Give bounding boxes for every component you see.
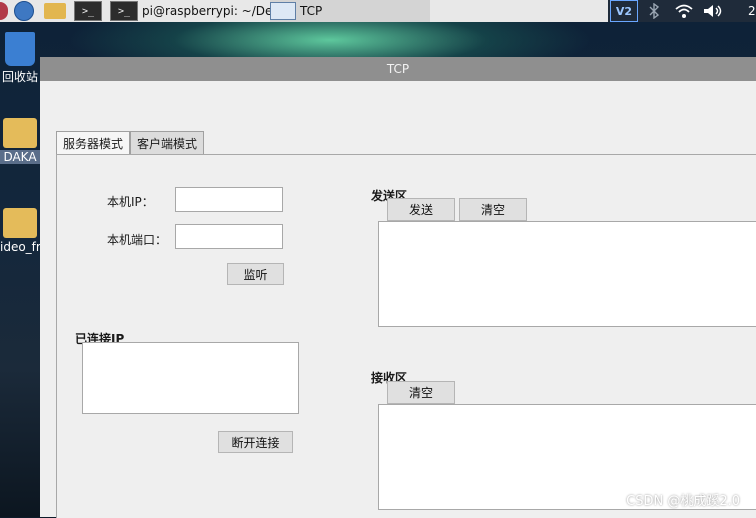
window-title: TCP bbox=[386, 62, 410, 76]
receive-clear-button[interactable]: 清空 bbox=[387, 381, 455, 404]
menu-fragment[interactable] bbox=[0, 0, 8, 22]
system-tray: V2 2 bbox=[608, 0, 756, 22]
folder-icon bbox=[3, 118, 37, 148]
globe-icon bbox=[14, 1, 34, 21]
desktop-folder-daka-label: DAKA bbox=[0, 150, 40, 164]
tab-server-mode[interactable]: 服务器模式 bbox=[56, 131, 131, 155]
window-icon bbox=[270, 2, 296, 20]
connected-ip-list[interactable] bbox=[82, 342, 299, 414]
send-textarea[interactable] bbox=[378, 221, 756, 327]
volume-icon bbox=[704, 5, 722, 17]
tcp-window: TCP 服务器模式 客户端模式 本机IP： 本机端口： 监听 已连接IP 断开连… bbox=[40, 57, 756, 518]
listen-button[interactable]: 监听 bbox=[227, 263, 284, 285]
file-manager-launcher[interactable] bbox=[44, 0, 66, 22]
server-mode-panel: 本机IP： 本机端口： 监听 已连接IP 断开连接 发送区 发送 清空 接收区 … bbox=[56, 154, 756, 518]
taskbar: >_ >_ pi@raspberrypi: ~/De... TCP V2 2 bbox=[0, 0, 756, 22]
task-tcp[interactable]: TCP bbox=[270, 0, 430, 22]
folder-icon bbox=[44, 3, 66, 19]
window-titlebar[interactable]: TCP bbox=[40, 57, 756, 81]
desktop-trash[interactable]: 回收站 bbox=[0, 26, 40, 85]
terminal-icon: >_ bbox=[74, 1, 102, 21]
local-port-input[interactable] bbox=[175, 224, 283, 249]
wifi-tray-item[interactable] bbox=[674, 0, 694, 22]
browser-launcher[interactable] bbox=[14, 0, 34, 22]
bluetooth-icon bbox=[649, 3, 660, 19]
desktop-folder-video[interactable]: ideo_fre bbox=[0, 208, 40, 254]
terminal-launcher[interactable]: >_ bbox=[74, 0, 102, 22]
terminal-icon: >_ bbox=[110, 1, 138, 21]
desktop-folder-daka[interactable]: DAKA bbox=[0, 118, 40, 164]
clock[interactable]: 2 bbox=[748, 0, 756, 22]
mode-tabbar: 服务器模式 客户端模式 bbox=[56, 131, 205, 155]
send-button[interactable]: 发送 bbox=[387, 198, 455, 221]
vnc-icon: V2 bbox=[610, 0, 638, 22]
local-ip-input[interactable] bbox=[175, 187, 283, 212]
watermark: CSDN @桃成蹊2.0 bbox=[626, 494, 740, 509]
vnc-tray-item[interactable]: V2 bbox=[610, 0, 638, 22]
local-ip-label: 本机IP： bbox=[107, 195, 154, 209]
tab-client-mode[interactable]: 客户端模式 bbox=[130, 131, 205, 155]
local-port-label: 本机端口： bbox=[107, 233, 168, 247]
folder-icon bbox=[3, 208, 37, 238]
desktop-trash-label: 回收站 bbox=[1, 70, 38, 84]
task-tcp-title: TCP bbox=[300, 4, 323, 18]
task-terminal[interactable]: >_ pi@raspberrypi: ~/De... bbox=[110, 0, 284, 22]
volume-tray-item[interactable] bbox=[702, 0, 724, 22]
desktop-folder-video-label: ideo_fre bbox=[0, 240, 40, 254]
send-clear-button[interactable]: 清空 bbox=[459, 198, 527, 221]
trash-icon bbox=[5, 32, 35, 66]
bluetooth-tray-item[interactable] bbox=[648, 0, 660, 22]
task-terminal-title: pi@raspberrypi: ~/De... bbox=[142, 4, 284, 18]
disconnect-button[interactable]: 断开连接 bbox=[218, 431, 293, 453]
wifi-icon bbox=[675, 4, 693, 18]
